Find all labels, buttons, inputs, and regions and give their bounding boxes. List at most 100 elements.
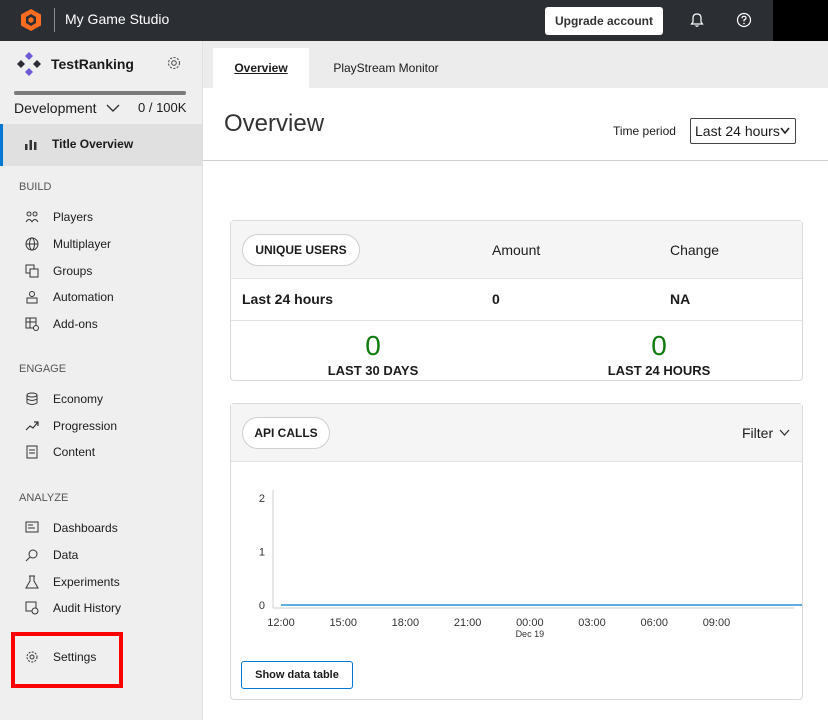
time-period-label: Time period [613,124,676,138]
globe-icon [25,237,39,251]
time-period-select[interactable]: Last 24 hours [690,118,796,144]
sidebar-item-label: Players [53,210,94,224]
filter-dropdown[interactable]: Filter [742,425,790,441]
groups-icon [25,264,39,278]
help-icon[interactable] [736,12,752,28]
sidebar-item-add-ons[interactable]: Add-ons [0,311,202,337]
row-change: NA [670,291,691,307]
unique-users-pill: UNIQUE USERS [242,234,360,266]
x-tick-label: 15:00 [329,617,357,629]
bell-icon[interactable] [689,12,705,28]
bar-chart-icon [25,140,37,150]
x-tick-label: 09:00 [703,617,731,629]
robot-icon [26,291,38,304]
sidebar-item-label: Dashboards [53,521,118,535]
sidebar-item-label: Add-ons [53,317,98,331]
document-icon [26,445,38,459]
x-tick-label: 00:00 [516,617,544,629]
x-tick-label: 21:00 [454,617,482,629]
trending-up-icon [25,421,39,431]
playfab-logo-icon[interactable] [19,8,43,32]
settings-highlight-box [11,632,123,688]
tab-overview[interactable]: Overview [213,48,309,88]
sidebar-item-progression[interactable]: Progression [0,413,202,439]
last-30-days-label: LAST 30 DAYS [327,363,419,378]
y-tick-label: 1 [259,547,265,559]
y-tick-label: 0 [259,600,265,612]
amount-column-header: Amount [492,242,541,258]
title-logo-icon [17,52,41,76]
x-tick-label: 12:00 [267,617,295,629]
last-24-hours-label: LAST 24 HOURS [607,363,711,378]
sidebar-item-content[interactable]: Content [0,439,202,465]
chevron-down-icon [780,127,790,135]
sidebar-item-multiplayer[interactable]: Multiplayer [0,231,202,257]
sidebar-item-economy[interactable]: Economy [0,386,202,412]
series-area [281,498,802,605]
tab-playstream-monitor[interactable]: PlayStream Monitor [313,48,459,88]
sidebar-item-label: Title Overview [52,137,134,151]
flask-icon [25,575,39,589]
sidebar-item-players[interactable]: Players [0,204,202,230]
sidebar-item-label: Audit History [53,601,122,615]
sidebar-item-experiments[interactable]: Experiments [0,569,202,595]
dashboard-icon [25,521,39,533]
row-amount: 0 [492,291,500,307]
sidebar-item-groups[interactable]: Groups [0,258,202,284]
page-title: Overview [224,110,325,137]
upgrade-account-button[interactable]: Upgrade account [545,7,663,35]
chevron-down-icon [779,429,790,436]
playfab-overview-page: My Game Studio Upgrade account TestRanki… [0,0,828,720]
last-30-days-value: 0 [365,330,381,361]
sidebar-item-label: Data [53,548,79,562]
usage-progress-fill [14,91,186,95]
sidebar-item-label: Groups [53,264,93,278]
row-label: Last 24 hours [242,291,334,307]
chevron-down-icon[interactable] [106,103,120,113]
sidebar-item-audit-history[interactable]: Audit History [0,595,202,621]
gear-icon[interactable] [166,55,182,71]
change-column-header: Change [670,242,720,258]
sidebar-item-dashboards[interactable]: Dashboards [0,515,202,541]
brand-divider [54,8,55,32]
sidebar-item-data[interactable]: Data [0,542,202,568]
series-line [281,604,802,606]
sidebar-item-label: Economy [53,392,104,406]
section-build: BUILD [19,181,52,193]
table-row: Last 24 hours 0 NA [231,279,802,321]
last-24-hours-value: 0 [651,330,667,361]
section-engage: ENGAGE [19,363,67,375]
x-tick-sublabel: Dec 19 [516,629,545,639]
unique-users-card: UNIQUE USERS Amount Change Last 24 hours… [230,220,803,381]
x-tick-label: 03:00 [578,617,606,629]
y-tick-label: 2 [259,493,265,505]
title-name[interactable]: TestRanking [51,56,134,72]
header-divider [203,160,828,161]
show-data-table-button[interactable]: Show data table [241,661,353,689]
sidebar-item-label: Automation [53,290,114,304]
database-icon [26,392,38,405]
players-icon [25,211,39,223]
sidebar-item-label: Progression [53,419,118,433]
sidebar-item-label: Multiplayer [53,237,112,251]
section-analyze: ANALYZE [19,492,69,504]
filter-label: Filter [742,425,774,441]
sidebar-item-label: Experiments [53,575,120,589]
sidebar-item-title-overview[interactable]: Title Overview [0,124,202,166]
studio-name[interactable]: My Game Studio [65,11,169,27]
data-explorer-icon [25,549,38,562]
series-area [281,552,802,606]
environment-selector[interactable]: Development [14,100,97,116]
sidebar-item-label: Content [53,445,96,459]
quota-readout: 0 / 100K [138,100,187,115]
api-calls-pill: API CALLS [242,417,330,449]
sidebar-item-automation[interactable]: Automation [0,284,202,310]
series-line [281,604,802,606]
usage-progress-bar [14,91,186,95]
sidebar: TestRanking Development 0 / 100K Title O… [0,41,203,720]
audit-history-icon [25,601,39,615]
x-tick-label: 18:00 [392,617,420,629]
top-bar: My Game Studio Upgrade account [0,0,828,41]
time-period-value: Last 24 hours [695,123,780,139]
x-tick-label: 06:00 [640,617,668,629]
